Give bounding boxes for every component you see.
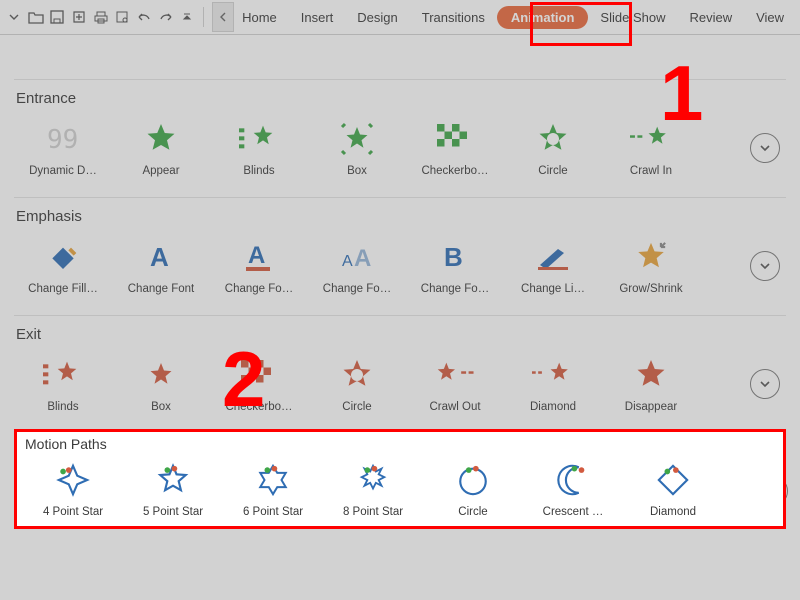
path-6-point-star[interactable]: 6 Point Star <box>223 454 323 524</box>
ribbon-tabs: Home Insert Design Transitions Animation… <box>210 0 796 34</box>
anim-exit-box[interactable]: Box <box>112 349 210 419</box>
star6-path-icon <box>248 460 298 500</box>
star-grow-icon <box>626 237 676 277</box>
font-a-icon: A <box>136 237 186 277</box>
star-crawl-icon <box>626 119 676 159</box>
circle-path-icon <box>448 460 498 500</box>
star-disappear-icon <box>626 355 676 395</box>
dropdown-icon[interactable] <box>4 6 24 28</box>
digits-icon: 99 <box>38 119 88 159</box>
brush-icon <box>528 237 578 277</box>
fill-icon <box>38 237 88 277</box>
anim-change-font-size[interactable]: AA Change Fo… <box>308 231 406 301</box>
expand-entrance[interactable] <box>750 133 780 163</box>
save-icon[interactable] <box>47 6 67 28</box>
tab-home[interactable]: Home <box>230 6 289 29</box>
anim-change-line[interactable]: Change Li… <box>504 231 602 301</box>
open-icon[interactable] <box>26 6 46 28</box>
tab-insert[interactable]: Insert <box>289 6 346 29</box>
section-motion-paths: Motion Paths 4 Point Star 5 Point Star 6… <box>14 429 786 529</box>
section-entrance: Entrance 99 Dynamic D… Appear Blinds Box <box>14 80 786 183</box>
quick-access-toolbar: Home Insert Design Transitions Animation… <box>0 0 800 35</box>
more-icon[interactable] <box>178 6 198 28</box>
star-icon <box>136 119 186 159</box>
anim-grow-shrink[interactable]: Grow/Shrink <box>602 231 700 301</box>
anim-crawl-out[interactable]: Crawl Out <box>406 349 504 419</box>
star-circle-icon <box>528 119 578 159</box>
svg-text:99: 99 <box>47 125 78 154</box>
print-icon[interactable] <box>91 6 111 28</box>
anim-box[interactable]: Box <box>308 113 406 183</box>
svg-text:A: A <box>354 245 371 272</box>
anim-exit-circle[interactable]: Circle <box>308 349 406 419</box>
anim-exit-blinds[interactable]: Blinds <box>14 349 112 419</box>
expand-emphasis[interactable] <box>750 251 780 281</box>
diamond-path-icon <box>648 460 698 500</box>
path-8-point-star[interactable]: 8 Point Star <box>323 454 423 524</box>
star4-path-icon <box>48 460 98 500</box>
star-diamond-exit-icon <box>528 355 578 395</box>
tab-design[interactable]: Design <box>345 6 409 29</box>
undo-icon[interactable] <box>134 6 154 28</box>
crescent-path-icon <box>548 460 598 500</box>
section-title-emphasis: Emphasis <box>16 208 786 225</box>
anim-change-font-style[interactable]: B Change Fo… <box>406 231 504 301</box>
section-title-exit: Exit <box>16 326 786 343</box>
tab-view[interactable]: View <box>744 6 796 29</box>
section-emphasis: Emphasis Change Fill… A Change Font A Ch… <box>14 197 786 301</box>
star-blinds-icon <box>234 119 284 159</box>
anim-appear[interactable]: Appear <box>112 113 210 183</box>
anim-circle[interactable]: Circle <box>504 113 602 183</box>
expand-exit[interactable] <box>750 369 780 399</box>
tab-slide-show[interactable]: Slide Show <box>588 6 677 29</box>
star-blinds-exit-icon <box>38 355 88 395</box>
tab-transitions[interactable]: Transitions <box>410 6 497 29</box>
svg-text:A: A <box>150 242 169 272</box>
section-title-entrance: Entrance <box>16 90 786 107</box>
anim-change-font[interactable]: A Change Font <box>112 231 210 301</box>
section-title-motion: Motion Paths <box>25 436 777 452</box>
star5-path-icon <box>148 460 198 500</box>
anim-crawl-in[interactable]: Crawl In <box>602 113 700 183</box>
path-diamond[interactable]: Diamond <box>623 454 723 524</box>
star-crawlout-icon <box>430 355 480 395</box>
tab-animation[interactable]: Animation <box>497 6 589 29</box>
star-box-exit-icon <box>136 355 186 395</box>
anim-dynamic-digits[interactable]: 99 Dynamic D… <box>14 113 112 183</box>
svg-text:B: B <box>444 242 463 272</box>
star-box-icon <box>332 119 382 159</box>
path-circle[interactable]: Circle <box>423 454 523 524</box>
anim-change-font-color[interactable]: A Change Fo… <box>210 231 308 301</box>
checker-exit-icon <box>234 355 284 395</box>
font-b-icon: B <box>430 237 480 277</box>
path-5-point-star[interactable]: 5 Point Star <box>123 454 223 524</box>
svg-text:A: A <box>248 242 265 269</box>
output-icon[interactable] <box>69 6 89 28</box>
tab-review[interactable]: Review <box>677 6 744 29</box>
star-circle-exit-icon <box>332 355 382 395</box>
font-a-grow-icon: AA <box>332 237 382 277</box>
path-4-point-star[interactable]: 4 Point Star <box>23 454 123 524</box>
section-exit: Exit Blinds Box Checkerbo… Circle <box>14 315 786 419</box>
animation-panel: Entrance 99 Dynamic D… Appear Blinds Box <box>0 35 800 600</box>
checker-icon <box>430 119 480 159</box>
anim-checkerboard[interactable]: Checkerbo… <box>406 113 504 183</box>
anim-exit-checkerboard[interactable]: Checkerbo… <box>210 349 308 419</box>
anim-blinds[interactable]: Blinds <box>210 113 308 183</box>
redo-icon[interactable] <box>156 6 176 28</box>
anim-exit-diamond[interactable]: Diamond <box>504 349 602 419</box>
preview-icon[interactable] <box>112 6 132 28</box>
anim-change-fill[interactable]: Change Fill… <box>14 231 112 301</box>
font-a-underline-icon: A <box>234 237 284 277</box>
star8-path-icon <box>348 460 398 500</box>
svg-text:A: A <box>342 253 353 270</box>
anim-disappear[interactable]: Disappear <box>602 349 700 419</box>
path-crescent[interactable]: Crescent … <box>523 454 623 524</box>
